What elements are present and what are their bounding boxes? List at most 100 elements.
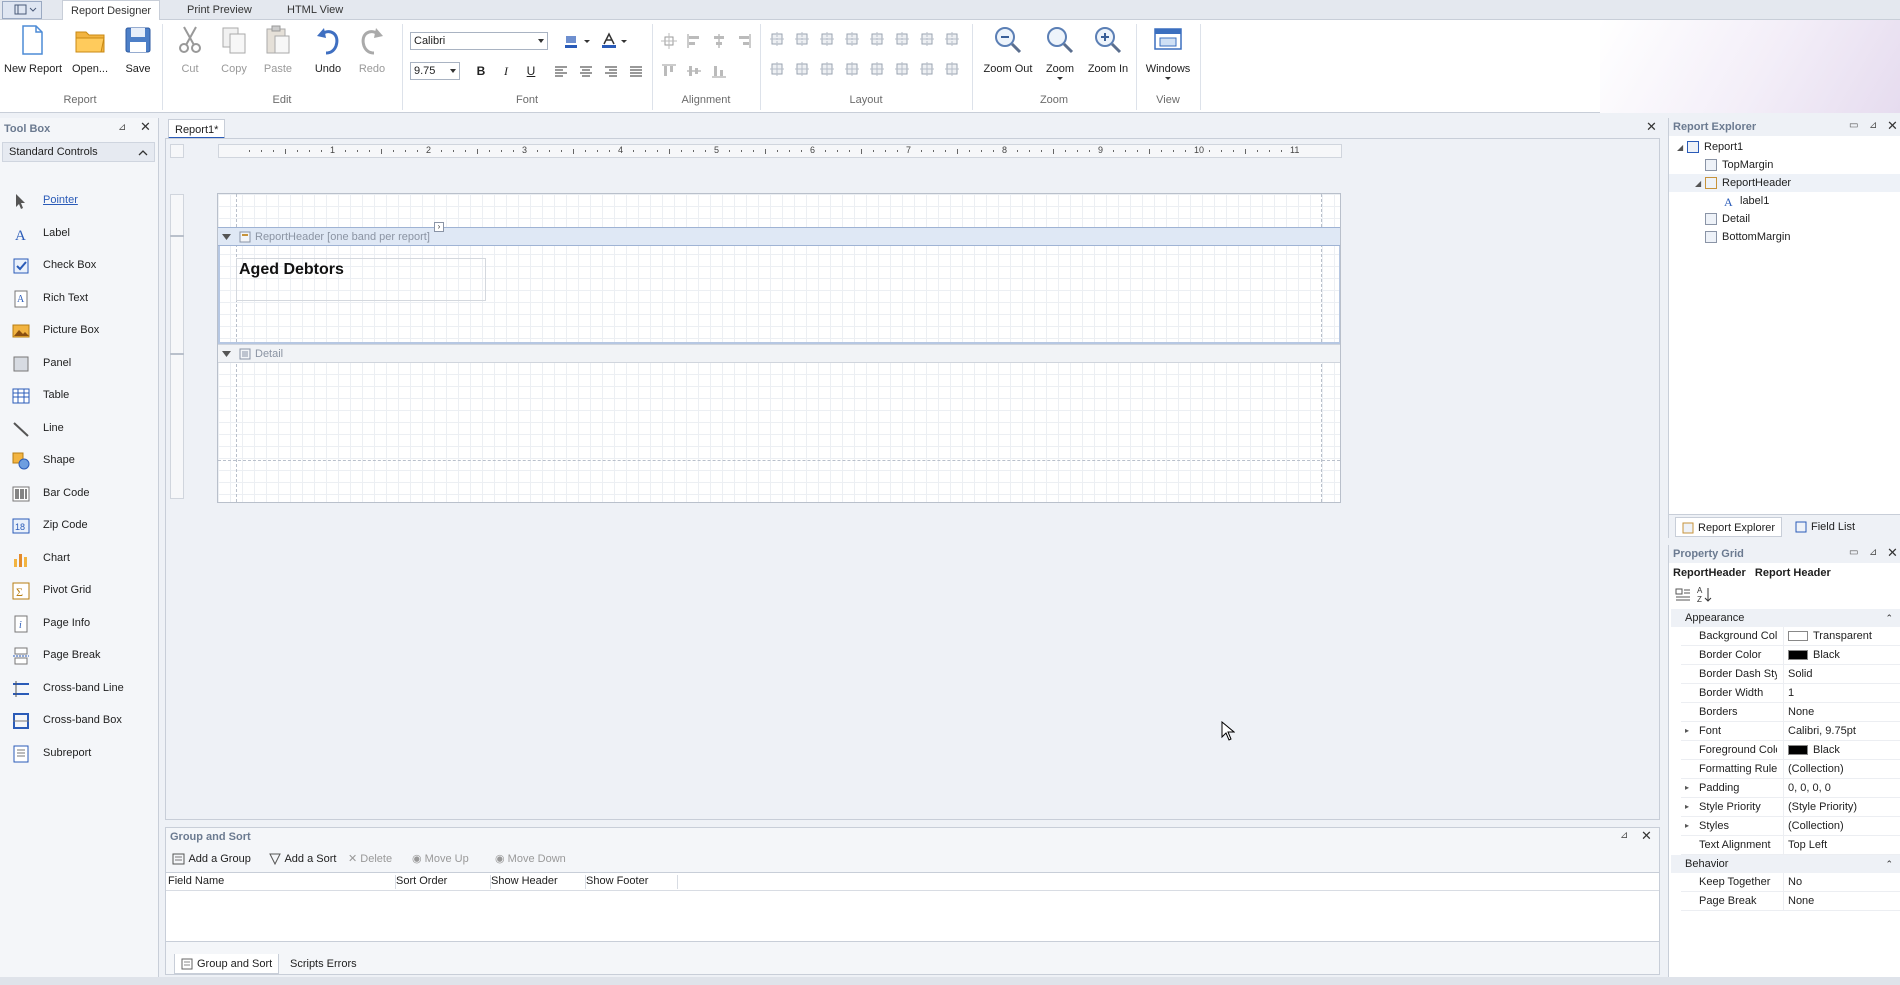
align-rights-button[interactable] [735,32,753,50]
toolbox-item-panel[interactable]: Panel [10,349,155,379]
property-row-background-color[interactable]: Background Color Transparent [1681,627,1900,646]
font-size-combo[interactable]: 9.75 [410,62,460,80]
align-bottoms-button[interactable] [710,62,728,80]
column-header[interactable]: Show Footer [586,875,678,889]
toolbox-item-bar-code[interactable]: Bar Code [10,479,155,509]
zoom-in-button[interactable]: Zoom In [1080,24,1136,86]
tab-field-list[interactable]: Field List [1789,517,1861,537]
maximize-icon[interactable]: ▭ [1849,547,1858,558]
save-button[interactable]: Save [110,24,166,86]
expand-arrow-icon[interactable]: ▸ [1685,722,1689,740]
close-icon[interactable]: ✕ [140,119,151,135]
justify-button[interactable] [627,62,645,80]
toolbox-item-pointer[interactable]: Pointer [10,186,155,216]
smart-tag-icon[interactable]: › [434,222,444,232]
make-same-size-button[interactable] [843,30,861,48]
property-value[interactable]: Black [1783,646,1900,664]
bring-to-front-button[interactable] [918,60,936,78]
categorized-button[interactable] [1673,585,1693,605]
column-header[interactable]: Field Name [168,875,396,889]
horizontal-spacing-equal-button[interactable] [868,30,886,48]
tree-item-reportheader[interactable]: ◢ ReportHeader [1669,174,1900,192]
property-row-border-dash-style[interactable]: Border Dash Style Solid [1681,665,1900,684]
move-up-button[interactable]: ◉ Move Up [412,850,469,868]
foreground-color-button[interactable] [600,32,618,50]
move-down-button[interactable]: ◉ Move Down [495,850,566,868]
zoom-out-button[interactable]: Zoom Out [980,24,1036,86]
close-icon[interactable]: ✕ [1887,545,1898,561]
toolbox-item-zip-code[interactable]: 18 Zip Code [10,511,155,541]
property-row-border-color[interactable]: Border Color Black [1681,646,1900,665]
tab-report-designer[interactable]: Report Designer [62,0,161,21]
property-row-formatting-rules[interactable]: Formatting Rules (Collection) [1681,760,1900,779]
align-middles-button[interactable] [685,62,703,80]
label1-control[interactable]: Aged Debtors [236,258,486,301]
toolbox-item-chart[interactable]: Chart [10,544,155,574]
property-row-borders[interactable]: Borders None [1681,703,1900,722]
pin-icon[interactable]: ⊿ [1620,830,1628,841]
align-to-grid-button[interactable] [660,32,678,50]
property-row-page-break[interactable]: Page Break None [1681,892,1900,911]
make-same-width-button[interactable] [768,30,786,48]
tab-html-view[interactable]: HTML View [279,0,351,20]
make-same-height-button[interactable] [793,30,811,48]
property-value[interactable]: None [1783,703,1900,721]
align-right-button[interactable] [602,62,620,80]
property-row-border-width[interactable]: Border Width 1 [1681,684,1900,703]
report-header-band-strip[interactable]: ReportHeader [one band per report] › [218,222,1340,246]
redo-button[interactable]: Redo [344,24,400,86]
pin-icon[interactable]: ⊿ [1869,547,1877,558]
horizontal-spacing-increase-button[interactable] [893,30,911,48]
pin-icon[interactable]: ⊿ [1869,120,1877,131]
background-color-button[interactable] [563,32,581,50]
property-row-text-alignment[interactable]: Text Alignment Top Left [1681,836,1900,855]
property-row-keep-together[interactable]: Keep Together No [1681,873,1900,892]
toolbox-item-picture-box[interactable]: Picture Box [10,316,155,346]
toolbox-item-label[interactable]: A Label [10,219,155,249]
maximize-icon[interactable]: ▭ [1849,120,1858,131]
tree-item-topmargin[interactable]: TopMargin [1669,156,1900,174]
vertical-spacing-decrease-button[interactable] [818,60,836,78]
expand-arrow-icon[interactable]: ▸ [1685,817,1689,835]
align-lefts-button[interactable] [685,32,703,50]
foreground-color-dropdown[interactable] [619,32,629,50]
delete-button[interactable]: ✕ Delete [348,850,392,868]
expand-arrow-icon[interactable]: ▸ [1685,779,1689,797]
property-row-padding[interactable]: ▸ Padding 0, 0, 0, 0 [1681,779,1900,798]
tab-report-explorer[interactable]: Report Explorer [1675,517,1783,537]
align-centers-button[interactable] [710,32,728,50]
tree-item-detail[interactable]: Detail [1669,210,1900,228]
toolbox-item-subreport[interactable]: Subreport [10,739,155,769]
center-vertically-button[interactable] [893,60,911,78]
toolbox-item-page-info[interactable]: i Page Info [10,609,155,639]
toolbox-item-check-box[interactable]: Check Box [10,251,155,281]
expand-arrow-icon[interactable]: ▸ [1685,798,1689,816]
property-value[interactable]: None [1783,892,1900,910]
add-group-button[interactable]: Add a Group [172,850,251,868]
toolbox-category-header[interactable]: Standard Controls [2,142,155,162]
vertical-spacing-equal-button[interactable] [768,60,786,78]
bottom-tab-scripts-errors[interactable]: Scripts Errors [284,954,363,974]
horizontal-spacing-decrease-button[interactable] [918,30,936,48]
expand-arrow-icon[interactable]: ◢ [1677,139,1687,157]
property-value[interactable]: Black [1783,741,1900,759]
tree-item-bottommargin[interactable]: BottomMargin [1669,228,1900,246]
close-document-icon[interactable]: ✕ [1646,119,1657,135]
tree-item-report1[interactable]: ◢ Report1 [1669,138,1900,156]
close-icon[interactable]: ✕ [1641,828,1652,844]
property-row-font[interactable]: ▸ Font Calibri, 9.75pt [1681,722,1900,741]
toolbox-item-shape[interactable]: Shape [10,446,155,476]
expand-arrow-icon[interactable]: ◢ [1695,175,1705,193]
property-value[interactable]: Transparent [1783,627,1900,645]
detail-band-strip[interactable]: Detail [218,344,1340,363]
align-center-button[interactable] [577,62,595,80]
property-value[interactable]: (Collection) [1783,817,1900,835]
toolbox-item-rich-text[interactable]: A Rich Text [10,284,155,314]
toolbox-item-cross-band-box[interactable]: Cross-band Box [10,706,155,736]
toolbox-item-cross-band-line[interactable]: Cross-band Line [10,674,155,704]
toolbox-item-table[interactable]: Table [10,381,155,411]
vertical-spacing-increase-button[interactable] [793,60,811,78]
close-icon[interactable]: ✕ [1887,118,1898,134]
send-to-back-button[interactable] [943,60,961,78]
property-row-styles[interactable]: ▸ Styles (Collection) [1681,817,1900,836]
